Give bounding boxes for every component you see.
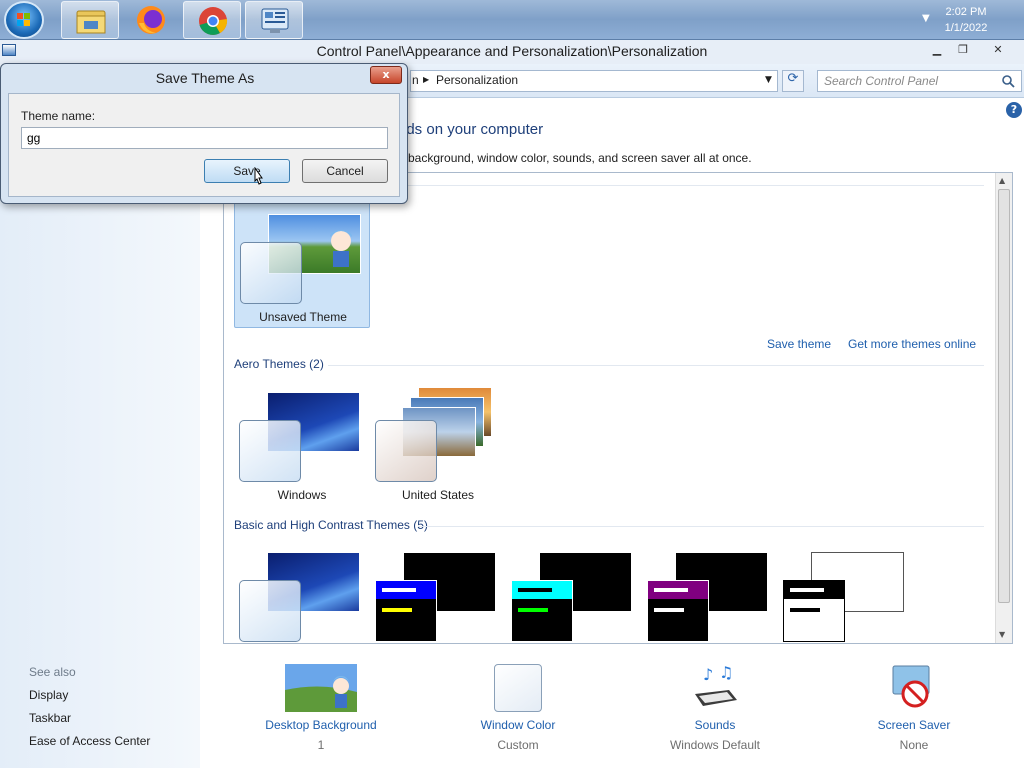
refresh-button[interactable]: ⟳	[782, 70, 804, 92]
clock-date: 1/1/2022	[944, 22, 988, 34]
theme-label: Unsaved Theme	[259, 310, 347, 324]
window-title: Control Panel\Appearance and Personaliza…	[316, 43, 708, 59]
screen-saver-icon	[892, 665, 930, 708]
theme-windows-basic[interactable]	[234, 543, 370, 643]
theme-window-preview	[783, 580, 845, 642]
screen-saver-label[interactable]: Screen Saver	[834, 718, 994, 732]
dialog-body: Theme name: Save Cancel	[8, 93, 400, 197]
breadcrumb-fragment[interactable]: n	[412, 73, 419, 87]
search-box[interactable]	[817, 70, 1022, 92]
get-more-themes-link[interactable]: Get more themes online	[848, 337, 976, 351]
page-heading: nds on your computer	[398, 121, 544, 138]
theme-list-scrollbar[interactable]: ▲ ▼	[995, 173, 1012, 643]
refresh-icon: ⟳	[787, 71, 799, 86]
start-button[interactable]	[4, 1, 44, 39]
sidebar-link-display[interactable]: Display	[29, 688, 68, 702]
theme-name-label: Theme name:	[21, 109, 96, 123]
save-theme-link[interactable]: Save theme	[767, 337, 831, 351]
help-icon[interactable]: ?	[1006, 102, 1022, 118]
theme-window-preview	[511, 580, 573, 642]
close-button[interactable]: ✕	[986, 43, 1010, 57]
minimize-button[interactable]: ▁	[925, 43, 949, 57]
breadcrumb-separator-icon[interactable]: ▶	[423, 75, 429, 84]
taskbar-clock[interactable]: 2:02 PM 1/1/2022	[936, 4, 996, 36]
theme-label: Windows	[277, 488, 327, 502]
sounds-label[interactable]: Sounds	[635, 718, 795, 732]
window-color-icon	[494, 664, 542, 712]
windows-logo-icon	[17, 13, 31, 27]
address-dropdown-icon[interactable]: ▼	[765, 75, 772, 85]
save-button[interactable]: Save	[204, 159, 290, 183]
desktop-background-icon	[285, 664, 357, 712]
theme-window-preview	[647, 580, 709, 642]
taskbar-firefox[interactable]	[122, 1, 180, 39]
section-divider	[374, 185, 984, 186]
taskbar-chrome[interactable]	[183, 1, 241, 39]
close-icon: x	[382, 68, 390, 81]
theme-unsaved[interactable]: Unsaved Theme	[234, 198, 370, 328]
theme-window-preview	[239, 580, 301, 642]
window-titlebar[interactable]: Control Panel\Appearance and Personaliza…	[0, 40, 1024, 64]
restore-icon: ❐	[958, 43, 968, 56]
minimize-icon: ▁	[932, 43, 942, 56]
dialog-close-button[interactable]: x	[370, 66, 402, 84]
svg-text:♪: ♪	[703, 665, 713, 684]
window-color-label[interactable]: Window Color	[438, 718, 598, 732]
mouse-cursor-icon	[254, 167, 263, 185]
theme-window-preview	[375, 420, 437, 482]
screen-saver-value: None	[899, 738, 929, 752]
theme-label: United States	[401, 488, 475, 502]
control-panel-icon	[261, 8, 289, 33]
folder-icon	[76, 10, 106, 34]
theme-window-preview	[375, 580, 437, 642]
theme-windows[interactable]: Windows	[234, 383, 370, 513]
clock-time: 2:02 PM	[945, 6, 987, 18]
desktop-background-value: 1	[317, 738, 325, 752]
close-icon: ✕	[993, 43, 1003, 56]
sidebar-link-ease-of-access[interactable]: Ease of Access Center	[29, 734, 150, 748]
see-also-heading: See also	[29, 665, 76, 679]
aero-themes-heading: Aero Themes (2)	[234, 357, 324, 371]
search-icon[interactable]	[1002, 75, 1015, 88]
restore-button[interactable]: ❐	[951, 43, 975, 57]
sidebar-link-taskbar[interactable]: Taskbar	[29, 711, 71, 725]
theme-high-contrast-white[interactable]	[778, 543, 914, 643]
sounds-value: Windows Default	[669, 738, 761, 752]
basic-themes-heading: Basic and High Contrast Themes (5)	[234, 518, 428, 532]
sounds-icon: ♪ ♫	[695, 664, 737, 706]
cancel-button[interactable]: Cancel	[302, 159, 388, 183]
character-icon	[330, 230, 352, 267]
scroll-thumb[interactable]	[998, 189, 1010, 603]
breadcrumb-current[interactable]: Personalization	[436, 73, 518, 87]
dialog-title: Save Theme As	[155, 70, 255, 86]
svg-text:♫: ♫	[719, 664, 733, 682]
theme-united-states[interactable]: United States	[370, 383, 506, 513]
taskbar-file-explorer[interactable]	[61, 1, 119, 39]
scroll-down-icon[interactable]: ▼	[999, 630, 1005, 639]
theme-list[interactable]: Unsaved Theme Save theme Get more themes…	[223, 172, 1013, 644]
save-theme-dialog[interactable]: Save Theme As x Theme name: Save Cancel	[0, 63, 408, 204]
window-color-value: Custom	[497, 738, 539, 752]
section-divider	[328, 365, 984, 366]
scroll-up-icon[interactable]: ▲	[999, 176, 1005, 185]
firefox-icon	[137, 6, 165, 34]
desktop-background-label[interactable]: Desktop Background	[241, 718, 401, 732]
theme-window-preview	[239, 420, 301, 482]
control-panel-window-icon	[2, 44, 16, 56]
tray-overflow-icon[interactable]: ▼	[922, 13, 930, 24]
chrome-icon	[199, 7, 228, 35]
theme-high-contrast-2[interactable]	[506, 543, 642, 643]
theme-name-input[interactable]	[21, 127, 388, 149]
theme-high-contrast-black[interactable]	[642, 543, 778, 643]
page-description: p background, window color, sounds, and …	[398, 151, 752, 165]
search-input[interactable]	[824, 74, 996, 88]
taskbar: ▼ 2:02 PM 1/1/2022	[0, 0, 1024, 40]
section-divider	[418, 526, 984, 527]
theme-high-contrast-1[interactable]	[370, 543, 506, 643]
taskbar-control-panel[interactable]	[245, 1, 303, 39]
theme-window-preview	[240, 242, 302, 304]
